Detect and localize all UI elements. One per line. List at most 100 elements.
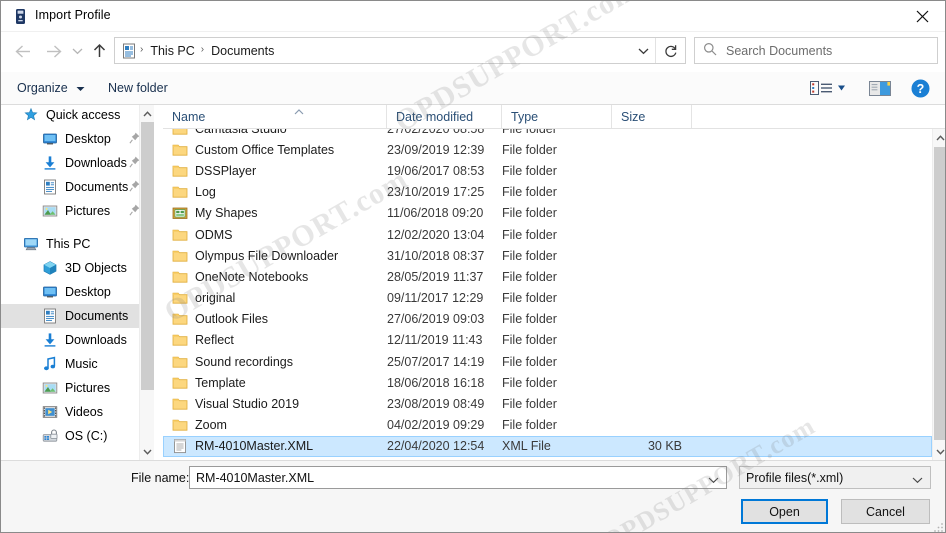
new-folder-button[interactable]: New folder — [108, 72, 168, 104]
folder-icon — [172, 396, 188, 412]
navigation-bar: › This PC › Documents Search Documents — [1, 32, 945, 70]
folder-icon — [172, 269, 188, 285]
sidebar-item-label: Documents — [65, 309, 129, 323]
file-type-filter-dropdown[interactable]: Profile files(*.xml) — [739, 466, 931, 489]
file-name-cell: ODMS — [195, 227, 233, 242]
file-list-scroll-down-icon[interactable] — [933, 443, 945, 460]
sidebar-item-3d-objects[interactable]: 3D Objects — [1, 256, 154, 280]
this-pc-icon — [23, 236, 39, 252]
column-header-date-label: Date modified — [396, 109, 474, 124]
table-row[interactable]: Log 23/10/2019 17:25 File folder — [163, 182, 932, 203]
organize-label: Organize — [17, 81, 68, 95]
table-row[interactable]: Sound recordings 25/07/2017 14:19 File fol… — [163, 351, 932, 372]
table-row[interactable]: OneNote Notebooks 28/05/2019 11:37 File fo… — [163, 266, 932, 287]
table-row[interactable]: Template 18/06/2018 16:18 File folder — [163, 372, 932, 393]
file-name-chevron-down-icon[interactable] — [708, 473, 719, 487]
table-row[interactable]: Zoom 04/02/2019 09:29 File folder — [163, 415, 932, 436]
close-button[interactable] — [899, 1, 945, 31]
table-row[interactable]: Camtasia Studio27/02/2020 08:58File fold… — [163, 129, 932, 139]
sidebar-item-pictures[interactable]: Pictures — [1, 199, 154, 223]
navigation-pane: Quick access Desktop Downloads Documents Pic… — [1, 105, 154, 460]
file-name-cell: Olympus File Downloader — [195, 248, 339, 263]
dialog-body: Quick access Desktop Downloads Documents Pic… — [1, 105, 945, 460]
file-name-cell: Custom Office Templates — [195, 142, 335, 157]
sidebar-scroll-up-icon[interactable] — [140, 105, 155, 122]
back-icon[interactable] — [9, 36, 37, 66]
file-list-scroll-up-icon[interactable] — [933, 129, 945, 146]
search-icon — [703, 42, 717, 59]
address-dropdown-chevron-down-icon[interactable] — [630, 38, 656, 63]
column-header-date-modified[interactable]: Date modified — [387, 105, 502, 128]
folder-icon — [172, 375, 188, 391]
table-row[interactable]: RM-4010Master.XML 22/04/2020 12:54 XML Fil… — [163, 435, 932, 457]
date-modified-cell: 18/06/2018 16:18 — [387, 375, 485, 390]
table-row[interactable]: My Shapes 11/06/2018 09:20 File folder — [163, 203, 932, 224]
table-row[interactable]: Olympus File Downloader 31/10/2018 08:37 F… — [163, 245, 932, 266]
documents-icon — [42, 308, 58, 324]
sidebar-item-downloads[interactable]: Downloads — [1, 328, 154, 352]
sidebar-item-videos[interactable]: Videos — [1, 400, 154, 424]
help-icon[interactable]: ? — [903, 72, 937, 104]
sidebar-item-desktop[interactable]: Desktop — [1, 280, 154, 304]
file-name-input[interactable]: RM-4010Master.XML — [189, 466, 727, 489]
recent-locations-chevron-down-icon[interactable] — [67, 36, 87, 66]
preview-pane-button[interactable] — [860, 72, 900, 104]
sidebar-item-downloads[interactable]: Downloads — [1, 151, 154, 175]
up-one-level-icon[interactable] — [86, 36, 112, 66]
documents-folder-icon — [121, 43, 137, 59]
column-header-size[interactable]: Size — [612, 105, 692, 128]
folder-icon — [172, 311, 188, 327]
size-cell: 30 KB — [647, 439, 682, 454]
resize-grip[interactable] — [933, 521, 944, 532]
sidebar-scrollbar[interactable] — [139, 105, 154, 460]
sidebar-group-this-pc[interactable]: This PC — [1, 232, 154, 256]
type-cell: File folder — [502, 206, 557, 221]
open-button[interactable]: Open — [741, 499, 828, 524]
file-list-scrollbar-thumb[interactable] — [934, 147, 945, 440]
file-name-cell: RM-4010Master.XML — [195, 439, 314, 454]
sidebar-scroll-down-icon[interactable] — [140, 443, 155, 460]
music-icon — [42, 356, 58, 372]
sidebar-item-documents[interactable]: Documents — [1, 304, 154, 328]
breadcrumb-documents[interactable]: Documents — [208, 44, 277, 58]
sidebar-item-os-c-[interactable]: OS (C:) — [1, 424, 154, 448]
organize-button[interactable]: Organize — [17, 72, 85, 104]
sidebar-scrollbar-thumb[interactable] — [141, 122, 154, 390]
file-name-cell: Camtasia Studio — [195, 129, 387, 136]
table-row[interactable]: Reflect 12/11/2019 11:43 File folder — [163, 330, 932, 351]
column-header-name[interactable]: Name — [163, 105, 387, 128]
sidebar-item-music[interactable]: Music — [1, 352, 154, 376]
breadcrumb-this-pc[interactable]: This PC — [147, 44, 197, 58]
file-name-cell: Reflect — [195, 333, 234, 348]
3d-objects-icon — [42, 260, 58, 276]
table-row[interactable]: Outlook Files 27/06/2019 09:03 File folder — [163, 309, 932, 330]
table-row[interactable]: Custom Office Templates 23/09/2019 12:39 F… — [163, 139, 932, 160]
downloads-icon — [42, 332, 58, 348]
sidebar-item-label: Downloads — [65, 333, 127, 347]
sidebar-item-documents[interactable]: Documents — [1, 175, 154, 199]
sidebar-item-desktop[interactable]: Desktop — [1, 127, 154, 151]
table-row[interactable]: original 09/11/2017 12:29 File folder — [163, 288, 932, 309]
sidebar-item-label: Pictures — [65, 381, 111, 395]
file-name-cell: OneNote Notebooks — [195, 269, 309, 284]
sidebar-group-quick-access[interactable]: Quick access — [1, 105, 154, 127]
breadcrumb-separator: › — [200, 44, 205, 55]
table-row[interactable]: Visual Studio 2019 23/08/2019 08:49 File f… — [163, 393, 932, 414]
cancel-button[interactable]: Cancel — [841, 499, 930, 524]
search-input[interactable]: Search Documents — [694, 37, 938, 64]
file-list-scrollbar[interactable] — [932, 129, 945, 460]
table-row[interactable]: ODMS 12/02/2020 13:04 File folder — [163, 224, 932, 245]
address-bar[interactable]: › This PC › Documents — [114, 37, 686, 64]
table-row[interactable]: DSSPlayer 19/06/2017 08:53 File folder — [163, 160, 932, 181]
column-header-type[interactable]: Type — [502, 105, 612, 128]
type-cell: File folder — [502, 248, 557, 263]
change-view-button[interactable] — [803, 72, 855, 104]
command-bar: Organize New folder ? — [1, 72, 945, 105]
forward-icon[interactable] — [39, 36, 67, 66]
svg-text:?: ? — [916, 82, 924, 96]
sidebar-item-pictures[interactable]: Pictures — [1, 376, 154, 400]
refresh-icon[interactable] — [655, 38, 685, 63]
pictures-icon — [42, 380, 58, 396]
file-type-filter-chevron-down-icon[interactable] — [912, 473, 923, 487]
title-bar: Import Profile — [1, 1, 945, 32]
